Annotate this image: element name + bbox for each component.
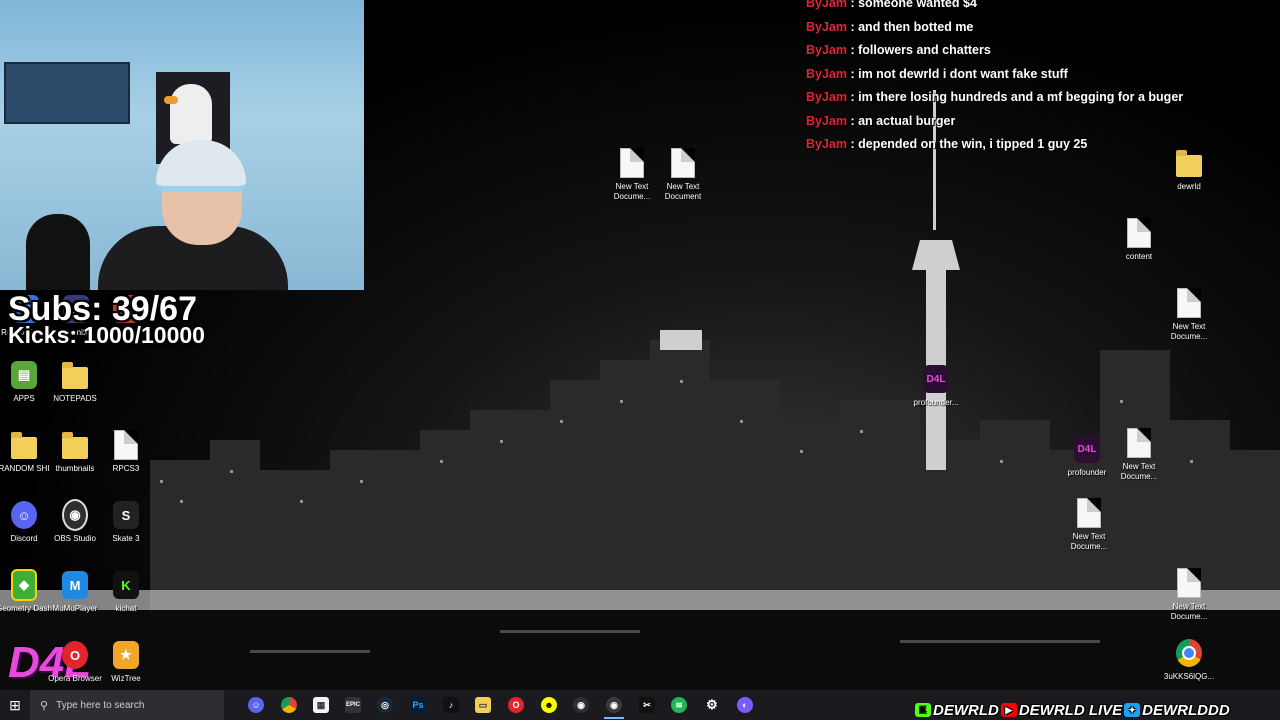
search-placeholder: Type here to search <box>56 699 145 711</box>
folder-icon <box>62 432 88 459</box>
chrome-icon[interactable] <box>281 697 297 713</box>
desktop-icon-kichat[interactable]: K kichat <box>94 570 158 614</box>
d4l-icon: D4L <box>1074 435 1100 463</box>
folder-icon: ▤ <box>11 361 37 389</box>
document-icon <box>1077 498 1101 528</box>
obs-icon: ◉ <box>62 499 88 531</box>
skateboard <box>26 214 90 290</box>
snapchat-icon[interactable]: ☻ <box>541 697 557 713</box>
document-icon <box>1177 568 1201 598</box>
folder-icon <box>62 362 88 389</box>
store-icon[interactable]: ▦ <box>313 697 329 713</box>
obs-active-icon[interactable]: ◉ <box>606 697 622 713</box>
opera-icon: O <box>62 641 88 669</box>
d4l-icon: D4L <box>923 365 949 393</box>
chat-message: ByJam : im not dewrld i dont want fake s… <box>806 66 1068 81</box>
discord-icon: ☺ <box>11 501 37 529</box>
twitter-handle: ✦ DEWRLDDD <box>1124 702 1230 719</box>
explorer-icon[interactable]: ▭ <box>475 697 491 713</box>
active-app-indicator <box>604 717 624 719</box>
desktop-icon-new-text-document[interactable]: New Text Docume... <box>1107 428 1171 482</box>
desktop-icon-profounder[interactable]: D4L profounder... <box>904 364 968 408</box>
kicks-counter: Kicks: 1000/10000 <box>8 322 205 348</box>
youtube-handle: ▶ DEWRLD LIVE <box>1000 702 1122 719</box>
discord-icon[interactable]: ☺ <box>248 697 264 713</box>
document-icon <box>620 148 644 178</box>
youtube-icon: ▶ <box>1000 703 1017 717</box>
chat-overlay: ByJam : someone wanted $4 ByJam : and th… <box>806 0 1276 157</box>
wall-poster <box>4 62 130 124</box>
desktop-icon-new-text-document[interactable]: New Text Docume... <box>1157 288 1221 342</box>
social-handles: K DEWRLD ▶ DEWRLD LIVE ✦ DEWRLDDD <box>915 700 1230 720</box>
desktop-icon-notepads[interactable]: NOTEPADS <box>43 360 107 404</box>
browser-icon[interactable]: ◐ <box>737 697 753 713</box>
desktop-icon-rpcs3[interactable]: RPCS3 <box>94 430 158 474</box>
document-icon <box>671 148 695 178</box>
search-icon: ⚲ <box>40 699 49 712</box>
search-box[interactable]: ⚲ Type here to search <box>30 690 224 720</box>
document-icon <box>1177 288 1201 318</box>
desktop-icon-new-text-document[interactable]: New Text Docume... <box>1057 498 1121 552</box>
desktop-icon-new-text-document[interactable]: New Text Docume... <box>1157 568 1221 622</box>
kick-icon: K <box>915 703 931 717</box>
chat-message: ByJam : im there losing hundreds and a m… <box>806 90 1184 104</box>
chat-message: ByJam : an actual burger <box>806 113 956 128</box>
wiztree-icon: ★ <box>113 641 139 669</box>
chat-message: ByJam : followers and chatters <box>806 43 991 57</box>
chrome-icon <box>1176 639 1202 667</box>
desktop-icon-wiztree[interactable]: ★ WizTree <box>94 640 158 684</box>
windows-start-icon[interactable]: ⊞ <box>0 690 30 720</box>
document-icon <box>114 430 138 460</box>
kick-handle: K DEWRLD <box>915 702 999 719</box>
desktop-icon-content[interactable]: content <box>1107 218 1171 262</box>
steam-icon[interactable]: ◎ <box>377 697 393 713</box>
kick-icon: K <box>113 571 139 599</box>
folder-icon <box>11 432 37 459</box>
desktop-icon-chrome-file[interactable]: 3uKKS6lQG... <box>1157 638 1221 682</box>
webcam-overlay <box>0 0 364 290</box>
folder-icon <box>1176 150 1202 177</box>
photoshop-icon[interactable]: Ps <box>410 697 426 713</box>
desktop-icon-dewrld[interactable]: dewrld <box>1157 148 1221 192</box>
desktop-icon-new-text-document[interactable]: New Text Document <box>651 148 715 202</box>
mumu-icon: M <box>62 571 88 599</box>
chat-message: ByJam : someone wanted $4 <box>806 0 977 10</box>
twitter-icon: ✦ <box>1124 703 1141 717</box>
capcut-icon[interactable]: ✂ <box>639 697 655 713</box>
goose-figure <box>170 84 212 144</box>
document-icon <box>1127 218 1151 248</box>
chat-message: ByJam : and then botted me <box>806 19 974 34</box>
tiktok-icon[interactable]: ♪ <box>443 697 459 713</box>
spotify-icon[interactable]: ≋ <box>671 697 687 713</box>
epic-icon[interactable]: EPIC <box>345 697 361 713</box>
desktop-icon-skate-3[interactable]: S Skate 3 <box>94 500 158 544</box>
settings-icon[interactable]: ⚙ <box>704 697 720 713</box>
opera-icon[interactable]: O <box>508 697 524 713</box>
obs-icon[interactable]: ◉ <box>573 697 589 713</box>
goose-beak <box>164 96 178 104</box>
document-icon <box>1127 428 1151 458</box>
skate-icon: S <box>113 501 139 529</box>
geometry-dash-icon: ◆ <box>11 569 37 601</box>
